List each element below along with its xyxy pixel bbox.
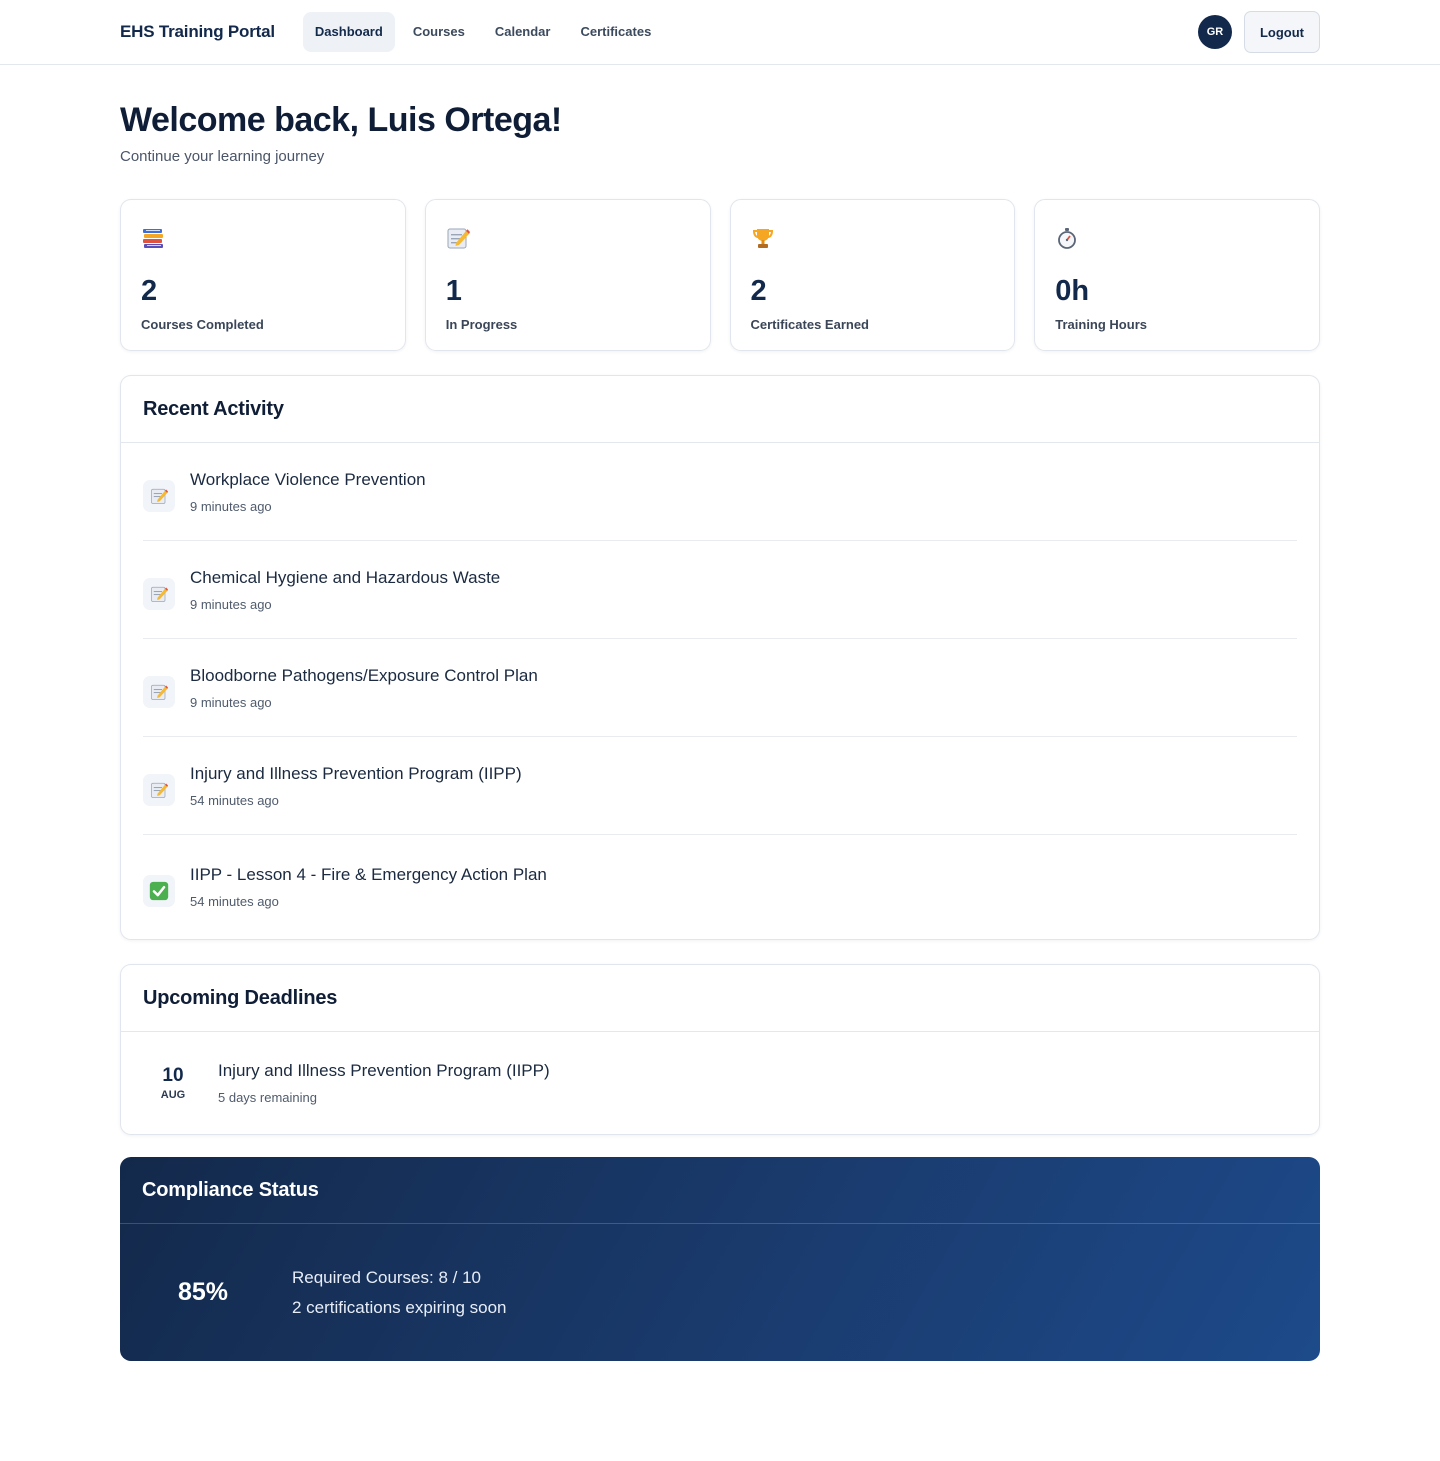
page-subtitle: Continue your learning journey: [120, 148, 325, 165]
activity-time: 9 minutes ago: [190, 596, 272, 612]
activity-list: Workplace Violence Prevention 9 minutes …: [121, 443, 1319, 939]
stat-card-training-hours: 0h Training Hours: [1034, 199, 1320, 351]
list-item[interactable]: IIPP - Lesson 4 - Fire & Emergency Actio…: [143, 835, 1297, 939]
nav-courses[interactable]: Courses: [401, 12, 477, 52]
books-icon: [141, 229, 165, 254]
nav-certificates[interactable]: Certificates: [568, 12, 663, 52]
page-title: Welcome back, Luis Ortega!: [120, 101, 562, 139]
activity-time: 9 minutes ago: [190, 694, 272, 710]
activity-time: 54 minutes ago: [190, 894, 279, 909]
stat-label: Courses Completed: [141, 317, 264, 332]
upcoming-deadlines-title: Upcoming Deadlines: [143, 986, 338, 1009]
brand-title[interactable]: EHS Training Portal: [120, 22, 275, 42]
memo-icon: [143, 577, 175, 610]
deadline-day: 10: [162, 1064, 184, 1086]
dashboard-main: Welcome back, Luis Ortega! Continue your…: [0, 65, 1440, 1361]
check-icon: [143, 875, 175, 907]
upcoming-deadlines-panel: Upcoming Deadlines 10 AUG Injury and Ill…: [120, 964, 1320, 1135]
stat-value: 2: [141, 275, 158, 307]
stat-value: 0h: [1055, 275, 1090, 307]
activity-title: Injury and Illness Prevention Program (I…: [190, 763, 522, 783]
stat-value: 1: [445, 275, 462, 307]
activity-time: 54 minutes ago: [190, 792, 279, 808]
activity-title: Chemical Hygiene and Hazardous Waste: [190, 567, 501, 587]
stats-row: 2 Courses Completed 1 In Progress 2 Cert…: [120, 199, 1320, 351]
nav-calendar[interactable]: Calendar: [483, 12, 563, 52]
compliance-title: Compliance Status: [142, 1178, 319, 1201]
top-navbar: EHS Training Portal Dashboard Courses Ca…: [0, 0, 1440, 65]
memo-icon: [143, 773, 175, 806]
memo-icon: [143, 675, 175, 708]
deadline-item[interactable]: 10 AUG Injury and Illness Prevention Pro…: [121, 1032, 1319, 1134]
stat-label: Certificates Earned: [750, 317, 870, 332]
memo-icon: [143, 479, 175, 512]
activity-time: 9 minutes ago: [190, 498, 272, 514]
stopwatch-icon: [1055, 228, 1079, 254]
expiring-certifications: 2 certifications expiring soon: [292, 1297, 507, 1317]
activity-title: Bloodborne Pathogens/Exposure Control Pl…: [190, 665, 538, 685]
stat-card-courses-completed: 2 Courses Completed: [120, 199, 406, 351]
compliance-status-panel: Compliance Status 85% Required Courses: …: [120, 1157, 1320, 1361]
deadline-date: 10 AUG: [143, 1066, 203, 1101]
stat-card-certificates-earned: 2 Certificates Earned: [729, 199, 1016, 351]
list-item[interactable]: Workplace Violence Prevention 9 minutes …: [143, 443, 1297, 541]
logout-button[interactable]: Logout: [1243, 11, 1320, 53]
recent-activity-title: Recent Activity: [143, 397, 284, 420]
recent-activity-panel: Recent Activity Workplace Violence Preve…: [120, 375, 1320, 940]
stat-value: 2: [750, 275, 767, 307]
main-nav: Dashboard Courses Calendar Certificates: [302, 12, 663, 52]
stat-label: In Progress: [445, 317, 518, 332]
list-item[interactable]: Bloodborne Pathogens/Exposure Control Pl…: [143, 639, 1297, 737]
compliance-percent: 85%: [178, 1278, 229, 1306]
stat-label: Training Hours: [1055, 317, 1147, 332]
activity-title: IIPP - Lesson 4 - Fire & Emergency Actio…: [190, 865, 547, 884]
activity-title: Workplace Violence Prevention: [190, 469, 426, 489]
stat-card-in-progress: 1 In Progress: [424, 199, 711, 351]
user-avatar[interactable]: GR: [1197, 15, 1232, 49]
deadline-month: AUG: [160, 1088, 186, 1101]
memo-icon: [446, 228, 470, 254]
required-courses: Required Courses: 8 / 10: [292, 1267, 481, 1287]
list-item[interactable]: Chemical Hygiene and Hazardous Waste 9 m…: [143, 541, 1297, 639]
nav-dashboard[interactable]: Dashboard: [302, 12, 395, 52]
trophy-icon: [751, 229, 775, 254]
deadline-title: Injury and Illness Prevention Program (I…: [218, 1061, 550, 1080]
list-item[interactable]: Injury and Illness Prevention Program (I…: [143, 737, 1297, 835]
deadline-remaining: 5 days remaining: [218, 1090, 317, 1105]
